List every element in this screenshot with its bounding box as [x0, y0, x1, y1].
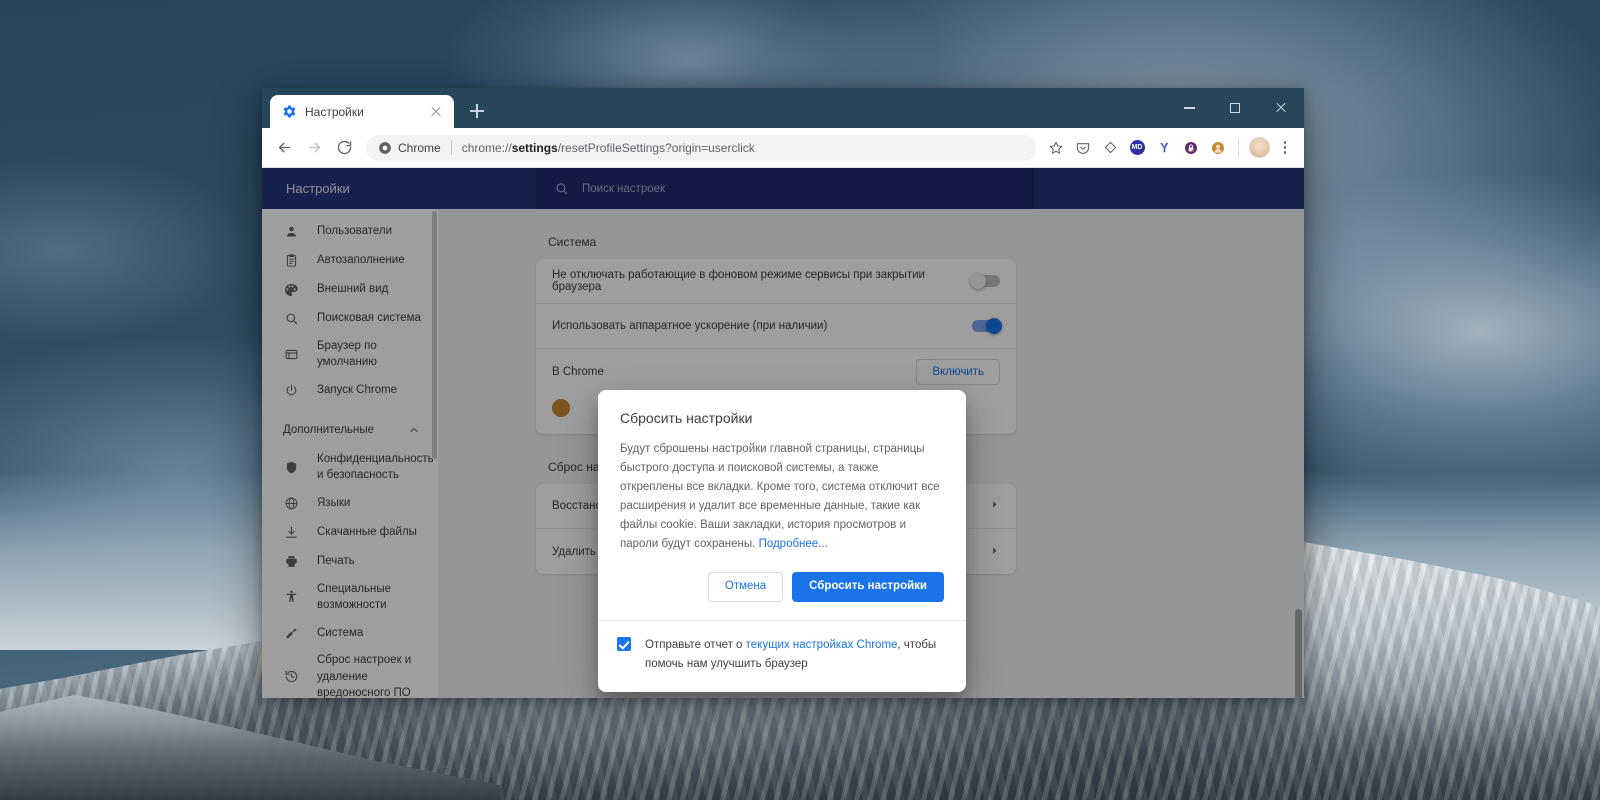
- reload-icon[interactable]: [330, 134, 358, 162]
- origin-chip-label: Chrome: [398, 141, 441, 155]
- chrome-browser-window: Настройки: [262, 88, 1304, 698]
- learn-more-link[interactable]: Подробнее...: [759, 538, 828, 550]
- dialog-footer: Отправьте отчет о текущих настройках Chr…: [598, 620, 966, 691]
- md-extension-icon[interactable]: MD: [1125, 136, 1149, 160]
- md-extension-badge: MD: [1130, 140, 1145, 155]
- pocket-icon[interactable]: [1071, 136, 1095, 160]
- reset-settings-dialog: Сбросить настройки Будут сброшены настро…: [598, 390, 966, 692]
- gear-icon: [282, 104, 297, 119]
- three-dot-menu-icon[interactable]: [1274, 137, 1296, 159]
- tab-settings[interactable]: Настройки: [270, 95, 454, 128]
- window-controls: [1166, 88, 1304, 128]
- desktop-wallpaper: Настройки: [0, 0, 1600, 800]
- chrome-origin-chip: Chrome: [378, 141, 441, 155]
- avatar[interactable]: [1247, 136, 1271, 160]
- send-report-label: Отправьте отчет о текущих настройках Chr…: [645, 636, 944, 673]
- browser-toolbar: Chrome chrome://settings/resetProfileSet…: [262, 128, 1304, 168]
- send-report-checkbox[interactable]: [617, 637, 631, 651]
- tab-close-icon[interactable]: [428, 104, 444, 120]
- bookmark-star-icon[interactable]: [1044, 136, 1068, 160]
- privacy-lock-icon[interactable]: [1179, 136, 1203, 160]
- current-settings-link[interactable]: текущих настройках Chrome: [746, 639, 898, 651]
- cancel-button[interactable]: Отмена: [708, 572, 783, 602]
- minimize-button[interactable]: [1166, 88, 1212, 128]
- avatar-extension-icon[interactable]: [1206, 136, 1230, 160]
- chrome-logo-icon: [378, 141, 392, 155]
- evernote-icon[interactable]: [1098, 136, 1122, 160]
- dialog-body-text: Будут сброшены настройки главной страниц…: [620, 443, 940, 550]
- omnibox-url: chrome://settings/resetProfileSettings?o…: [462, 141, 755, 155]
- back-arrow-icon[interactable]: [270, 134, 298, 162]
- dialog-title: Сбросить настройки: [598, 390, 966, 426]
- page-scrollbar[interactable]: [1292, 209, 1304, 698]
- forward-arrow-icon[interactable]: [300, 134, 328, 162]
- new-tab-button[interactable]: [463, 97, 491, 125]
- yandex-extension-icon[interactable]: [1152, 136, 1176, 160]
- tab-title: Настройки: [305, 105, 420, 119]
- dialog-actions: Отмена Сбросить настройки: [598, 554, 966, 620]
- address-bar[interactable]: Chrome chrome://settings/resetProfileSet…: [366, 135, 1036, 161]
- tab-strip: Настройки: [262, 88, 1304, 128]
- settings-page: Настройки Поиск настроек Пользователи Ав…: [262, 168, 1304, 698]
- reset-settings-button[interactable]: Сбросить настройки: [792, 572, 944, 602]
- close-button[interactable]: [1258, 88, 1304, 128]
- toolbar-icon-group: MD: [1044, 136, 1296, 160]
- omnibox-divider: [451, 140, 452, 155]
- toolbar-divider: [1238, 139, 1239, 157]
- dialog-body: Будут сброшены настройки главной страниц…: [598, 426, 966, 554]
- page-scrollbar-thumb[interactable]: [1295, 609, 1302, 698]
- maximize-button[interactable]: [1212, 88, 1258, 128]
